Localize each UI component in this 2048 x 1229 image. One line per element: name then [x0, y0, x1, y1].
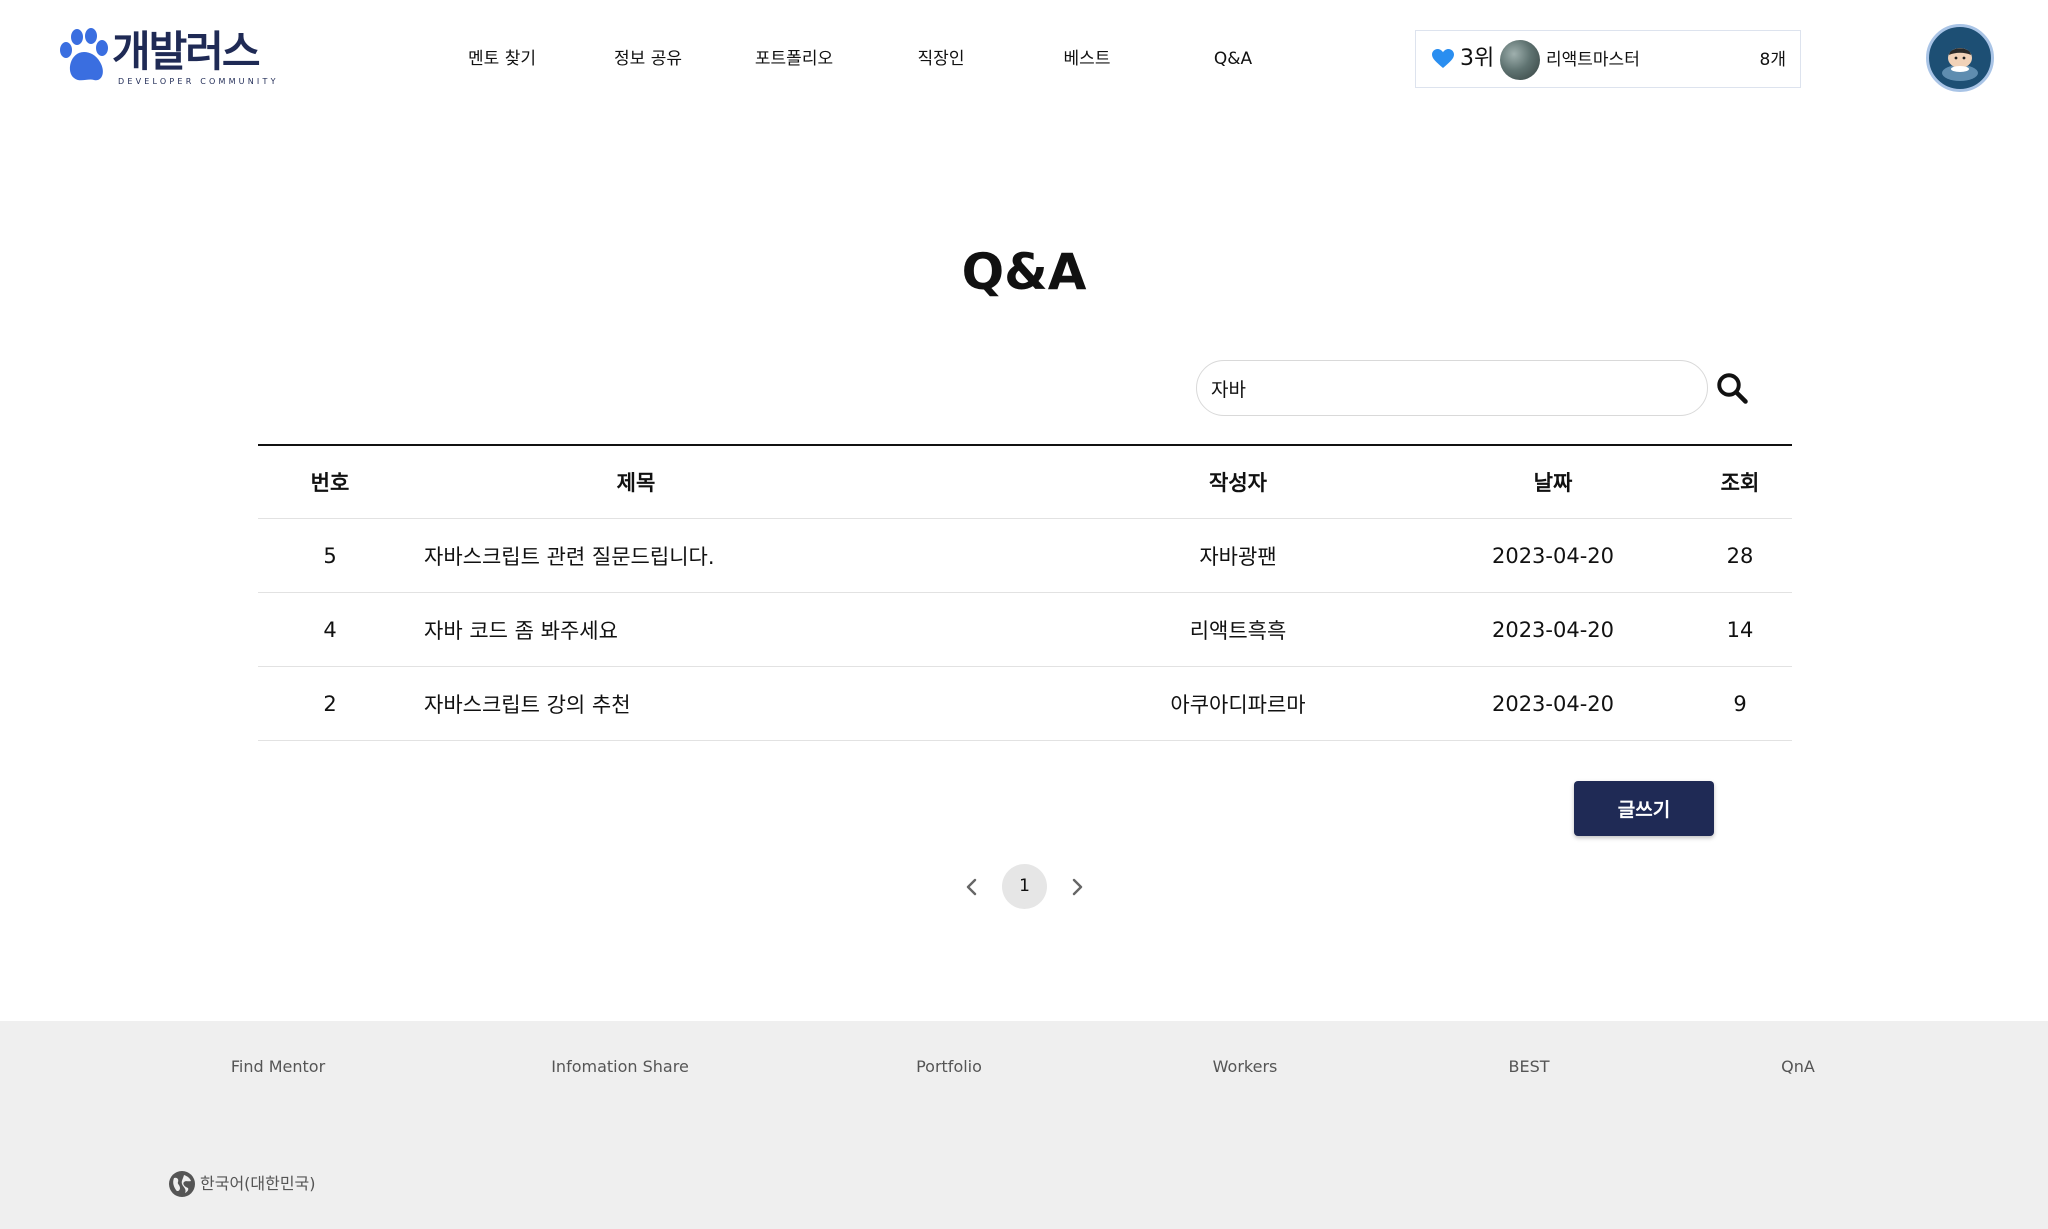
- qna-table: 번호 제목 작성자 날짜 조회 5 자바스크립트 관련 질문드립니다. 자바광팬…: [258, 444, 1792, 741]
- table-row[interactable]: 4 자바 코드 좀 봐주세요 리액트흑흑 2023-04-20 14: [258, 593, 1792, 667]
- row-author: 아쿠아디파르마: [1170, 692, 1306, 717]
- logo-title: 개발러스: [112, 27, 261, 76]
- language-label: 한국어(대한민국): [200, 1174, 316, 1193]
- row-author: 자바광팬: [1199, 544, 1277, 569]
- nav-portfolio[interactable]: 포트폴리오: [755, 40, 833, 78]
- search-icon[interactable]: [1714, 370, 1750, 406]
- row-date: 2023-04-20: [1491, 617, 1615, 642]
- chevron-right-icon[interactable]: [1065, 875, 1089, 899]
- ranked-username: 리액트마스터: [1546, 50, 1640, 70]
- nav-best[interactable]: 베스트: [1064, 40, 1111, 78]
- row-views: 28: [1726, 543, 1754, 568]
- page-title: Q&A: [961, 243, 1087, 301]
- ranking-widget[interactable]: 3위 리액트마스터 8개: [1415, 30, 1801, 88]
- row-date: 2023-04-20: [1491, 691, 1615, 716]
- nav-find-mentor[interactable]: 멘토 찾기: [468, 40, 536, 78]
- footer-link-best[interactable]: BEST: [1508, 1057, 1549, 1077]
- profile-avatar[interactable]: [1926, 24, 1994, 92]
- globe-icon: [169, 1171, 195, 1197]
- column-header-date: 날짜: [1533, 471, 1573, 495]
- footer-link-qna[interactable]: QnA: [1781, 1057, 1815, 1077]
- row-author: 리액트흑흑: [1189, 618, 1287, 643]
- table-row[interactable]: 2 자바스크립트 강의 추천 아쿠아디파르마 2023-04-20 9: [258, 667, 1792, 741]
- column-header-number: 번호: [310, 471, 350, 495]
- site-logo[interactable]: 개발러스 DEVELOPER COMMUNITY: [58, 26, 275, 90]
- logo-subtitle: DEVELOPER COMMUNITY: [118, 77, 279, 86]
- table-row[interactable]: 5 자바스크립트 관련 질문드립니다. 자바광팬 2023-04-20 28: [258, 519, 1792, 593]
- row-views: 14: [1726, 617, 1754, 642]
- row-date: 2023-04-20: [1491, 543, 1615, 568]
- ranked-post-count: 8개: [1759, 50, 1786, 70]
- footer-link-find-mentor[interactable]: Find Mentor: [231, 1057, 325, 1077]
- row-views: 9: [1733, 691, 1747, 716]
- footer-link-info-share[interactable]: Infomation Share: [551, 1057, 689, 1077]
- nav-info-share[interactable]: 정보 공유: [614, 40, 682, 78]
- nav-qna[interactable]: Q&A: [1214, 40, 1252, 78]
- table-header: 번호 제목 작성자 날짜 조회: [258, 444, 1792, 519]
- row-number: 4: [323, 617, 337, 642]
- column-header-author: 작성자: [1209, 471, 1267, 495]
- footer-link-portfolio[interactable]: Portfolio: [916, 1057, 982, 1077]
- paw-icon: [60, 28, 108, 81]
- site-header: 개발러스 DEVELOPER COMMUNITY 멘토 찾기 정보 공유 포트폴…: [0, 0, 2048, 118]
- nav-workers[interactable]: 직장인: [918, 40, 965, 78]
- avatar-illustration: [1942, 48, 1978, 81]
- footer-link-workers[interactable]: Workers: [1213, 1057, 1278, 1077]
- page-button-current[interactable]: 1: [1002, 864, 1047, 909]
- row-number: 5: [323, 543, 337, 568]
- site-footer: Find Mentor Infomation Share Portfolio W…: [0, 1021, 2048, 1229]
- row-number: 2: [323, 691, 337, 716]
- rank-position: 3위: [1460, 46, 1495, 71]
- row-title-link[interactable]: 자바 코드 좀 봐주세요: [424, 593, 1004, 666]
- search-input[interactable]: [1196, 360, 1708, 416]
- row-title-link[interactable]: 자바스크립트 강의 추천: [424, 667, 1004, 740]
- chevron-left-icon[interactable]: [960, 875, 984, 899]
- blue-heart-icon: [1432, 49, 1454, 68]
- write-post-button[interactable]: 글쓰기: [1574, 781, 1714, 836]
- column-header-views: 조회: [1720, 471, 1760, 495]
- row-title-link[interactable]: 자바스크립트 관련 질문드립니다.: [424, 519, 1004, 592]
- ranked-user-avatar: [1500, 40, 1540, 80]
- column-header-title: 제목: [616, 471, 656, 495]
